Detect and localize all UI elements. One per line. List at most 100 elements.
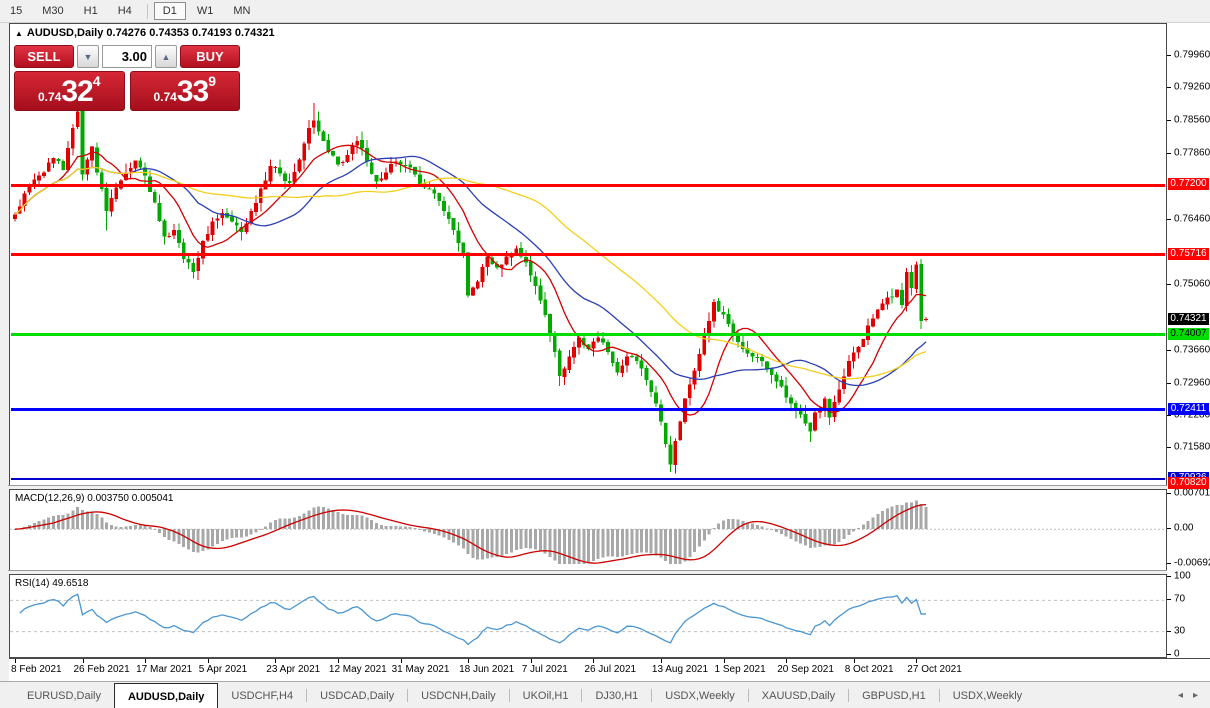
date-axis-label: 8 Oct 2021: [844, 664, 894, 675]
price-axis-label: 0.71580: [1174, 441, 1210, 453]
sell-price-panel[interactable]: 0.74 32 4: [14, 71, 125, 111]
price-axis-label: 0.79960: [1174, 49, 1210, 61]
chart-tab-gbpusd[interactable]: GBPUSD,H1: [849, 682, 939, 708]
axis-tick-mark: [1167, 493, 1171, 494]
date-axis[interactable]: 8 Feb 2021 26 Feb 2021 17 Mar 2021 5 Apr 20…: [9, 658, 1210, 682]
horizontal-level-line[interactable]: [11, 333, 1165, 337]
volume-decrease-button[interactable]: ▼: [77, 45, 99, 68]
buy-price-prefix: 0.74: [153, 90, 177, 104]
sell-price-pip: 4: [92, 73, 101, 89]
date-axis-label: 7 Jul 2021: [521, 664, 568, 675]
chart-tab-usdx[interactable]: USDX,Weekly: [652, 682, 747, 708]
date-tick-mark: [468, 659, 470, 663]
axis-tick-mark: [1167, 284, 1171, 286]
sell-button[interactable]: SELL: [14, 45, 74, 68]
chart-tab-eurusd[interactable]: EURUSD,Daily: [14, 682, 114, 708]
rsi-indicator-panel[interactable]: RSI(14) 49.6518: [9, 574, 1167, 658]
chart-tab-dj30[interactable]: DJ30,H1: [582, 682, 651, 708]
macd-axis-label: -0.006923: [1174, 557, 1210, 569]
collapse-arrow-icon[interactable]: ▲: [15, 29, 23, 38]
chart-tab-usdcad[interactable]: USDCAD,Daily: [307, 682, 407, 708]
axis-tick-mark: [1167, 563, 1171, 564]
date-axis-label: 18 Jun 2021: [459, 664, 515, 675]
horizontal-level-line[interactable]: [11, 408, 1165, 411]
current-price-badge: 0.74321: [1168, 312, 1209, 325]
axis-tick-mark: [1167, 599, 1171, 601]
axis-tick-mark: [1167, 349, 1171, 351]
date-tick-mark: [15, 659, 16, 663]
volume-input[interactable]: [102, 45, 152, 68]
ohlc-close: 0.74321: [234, 27, 275, 39]
macd-label: MACD(12,26,9) 0.003750 0.005041: [15, 493, 174, 504]
ohlc-low: 0.74193: [192, 27, 232, 39]
date-tick-mark: [337, 659, 339, 663]
price-level-badge: 0.72411: [1168, 402, 1209, 415]
date-axis-label: 27 Oct 2021: [907, 664, 962, 675]
timeframe-toolbar: 15 M30 H1 H4 D1 W1 MN: [0, 0, 1210, 23]
timeframe-button-h1[interactable]: H1: [75, 2, 107, 20]
timeframe-button-mn[interactable]: MN: [224, 2, 259, 20]
timeframe-button-w1[interactable]: W1: [188, 2, 223, 20]
price-axis-label: 0.73660: [1174, 344, 1210, 356]
horizontal-level-line[interactable]: [11, 253, 1165, 257]
toolbar-separator: [146, 3, 148, 19]
buy-price-panel[interactable]: 0.74 33 9: [129, 71, 240, 111]
rsi-axis-label: 70: [1174, 593, 1186, 605]
price-axis-label: 0.75060: [1174, 278, 1210, 290]
price-axis-label: 0.77860: [1174, 147, 1210, 159]
date-tick-mark: [82, 659, 84, 663]
date-axis-label: 26 Feb 2021: [73, 664, 130, 675]
tab-scroll-right-icon[interactable]: ▸: [1193, 690, 1198, 701]
ohlc-open: 0.74276: [106, 27, 147, 39]
sell-price-main: 32: [61, 75, 93, 108]
date-tick-mark: [660, 659, 662, 663]
tab-scroll-left-icon[interactable]: ◂: [1178, 690, 1183, 701]
timeframe-button-d1[interactable]: D1: [153, 2, 186, 20]
date-axis-label: 8 Feb 2021: [11, 664, 62, 675]
volume-increase-button[interactable]: ▲: [155, 45, 177, 68]
chart-tab-xauusd[interactable]: XAUUSD,Daily: [749, 682, 848, 708]
buy-price-pip: 9: [208, 73, 217, 89]
price-chart-area[interactable]: ▲ AUDUSD,Daily 0.74276 0.74353 0.74193 0.…: [9, 23, 1167, 486]
one-click-trade-widget: SELL ▼ ▲ BUY 0.74 32 4 0.74 33 9: [14, 45, 240, 111]
chart-tab-usdcnh[interactable]: USDCNH,Daily: [408, 682, 509, 708]
chart-tab-usdchf[interactable]: USDCHF,H4: [218, 682, 306, 708]
date-axis-label: 31 May 2021: [391, 664, 450, 675]
date-axis-label: 26 Jul 2021: [584, 664, 637, 675]
symbol-title: AUDUSD,Daily: [26, 27, 104, 39]
chart-tab-bar: EURUSD,Daily AUDUSD,Daily USDCHF,H4 USDCAD,…: [0, 681, 1210, 708]
sell-price-prefix: 0.74: [37, 90, 62, 104]
timeframe-button-15[interactable]: 15: [1, 2, 31, 20]
chart-header: ▲ AUDUSD,Daily 0.74276 0.74353 0.74193 0.…: [15, 27, 275, 39]
rsi-chart: [10, 593, 1164, 646]
chart-tab-usdx[interactable]: USDX,Weekly: [940, 682, 1035, 708]
axis-tick-mark: [1167, 54, 1171, 56]
macd-chart: [10, 500, 1164, 564]
macd-axis-label: 0.007015: [1174, 487, 1210, 499]
date-tick-mark: [400, 659, 402, 663]
timeframe-button-h4[interactable]: H4: [109, 2, 141, 20]
price-level-badge: 0.77200: [1168, 178, 1209, 190]
price-scale[interactable]: 0.772000.757160.740070.724110.709260.708…: [1167, 23, 1210, 660]
price-level-badge: 0.70820: [1168, 477, 1209, 489]
macd-indicator-panel[interactable]: MACD(12,26,9) 0.003750 0.005041: [9, 489, 1167, 571]
trading-platform-window: 15 M30 H1 H4 D1 W1 MN ▲ AUDUSD,Daily 0.74276 0.…: [0, 0, 1210, 708]
rsi-axis-label: 100: [1174, 570, 1191, 582]
date-tick-mark: [275, 659, 277, 663]
horizontal-level-line[interactable]: [11, 183, 1165, 187]
chart-tab-ukoil[interactable]: UKOil,H1: [510, 682, 582, 708]
chart-tab-audusd[interactable]: AUDUSD,Daily: [113, 683, 219, 708]
price-axis-label: 0.78560: [1174, 114, 1210, 126]
axis-tick-mark: [1167, 414, 1171, 416]
date-tick-mark: [786, 659, 788, 663]
axis-tick-mark: [1167, 382, 1171, 384]
date-tick-mark: [853, 659, 855, 663]
timeframe-button-m30[interactable]: M30: [33, 2, 72, 20]
date-axis-label: 1 Sep 2021: [714, 664, 766, 675]
buy-button[interactable]: BUY: [180, 45, 240, 68]
date-axis-label: 12 May 2021: [328, 664, 387, 675]
buy-price-main: 33: [176, 75, 209, 108]
axis-tick-mark: [1167, 654, 1171, 655]
horizontal-level-line[interactable]: [11, 478, 1165, 481]
axis-tick-mark: [1167, 153, 1171, 155]
